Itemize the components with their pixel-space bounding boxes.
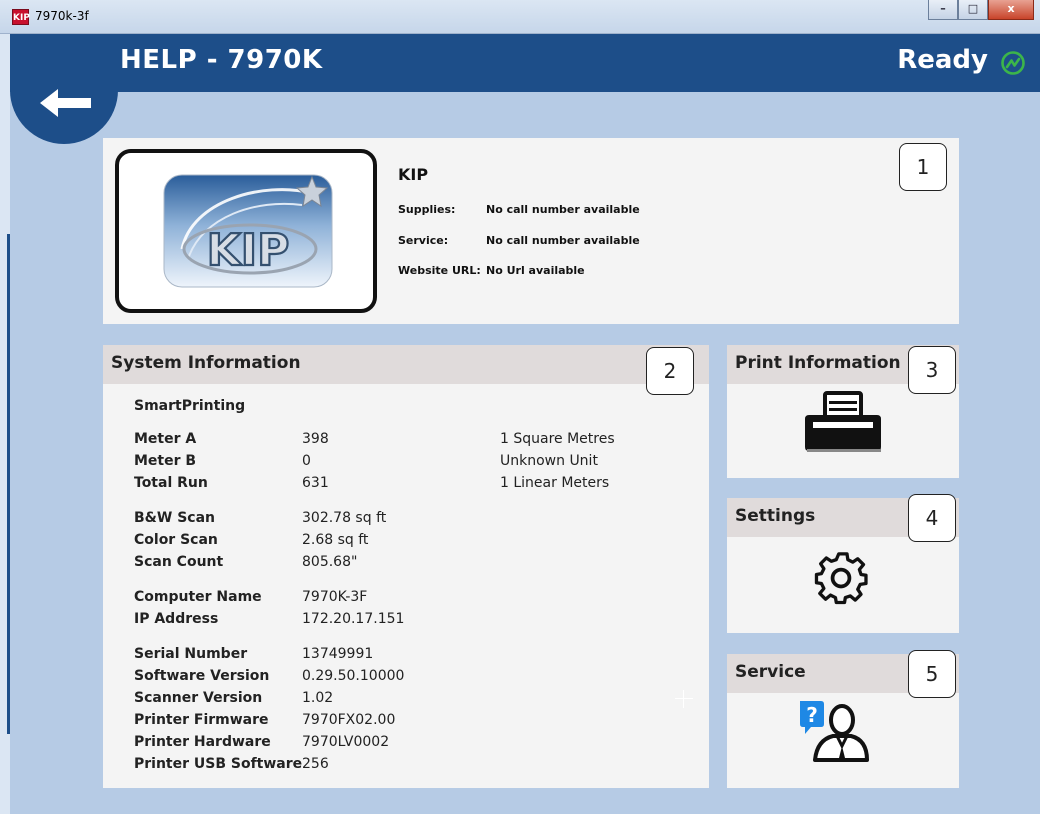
logo-frame: KIP	[115, 149, 377, 313]
meter-b-label: Meter B	[134, 453, 197, 469]
service-contact-label: Service:	[398, 234, 449, 247]
ip-address-label: IP Address	[134, 611, 219, 627]
maximize-button[interactable]: □	[958, 0, 988, 20]
service-panel[interactable]: Service 5 ?	[727, 650, 959, 788]
meter-b-value: 0	[302, 453, 311, 469]
color-scan-value: 2.68 sq ft	[302, 532, 369, 548]
header-bar: HELP - 7970K Ready	[10, 34, 1040, 92]
scan-count-value: 805.68"	[302, 554, 358, 570]
settings-panel[interactable]: Settings 4	[727, 494, 959, 633]
window-titlebar: KIP 7970k-3f – □ x	[0, 0, 1040, 34]
website-label: Website URL:	[398, 264, 481, 277]
print-information-title: Print Information	[735, 353, 901, 373]
meter-a-unit: 1 Square Metres	[500, 431, 615, 447]
ip-address-value: 172.20.17.151	[302, 611, 405, 627]
total-run-value: 631	[302, 475, 329, 491]
software-version-value: 0.29.50.10000	[302, 668, 405, 684]
supplies-label: Supplies:	[398, 203, 456, 216]
window-controls: – □ x	[928, 0, 1034, 20]
service-title: Service	[735, 662, 806, 682]
printer-usb-label: Printer USB Software	[134, 756, 303, 772]
page-title: HELP - 7970K	[120, 45, 323, 75]
window-title: 7970k-3f	[35, 9, 89, 23]
serial-number-value: 13749991	[302, 646, 374, 662]
back-arrow-icon	[40, 89, 91, 117]
system-info-panel: System Information 2 SmartPrinting Meter…	[103, 345, 709, 788]
meter-a-value: 398	[302, 431, 329, 447]
service-contact-value: No call number available	[486, 234, 640, 247]
meter-a-label: Meter A	[134, 431, 197, 447]
system-info-title: System Information	[111, 353, 301, 373]
bw-scan-label: B&W Scan	[134, 510, 215, 526]
mouse-cursor	[675, 690, 693, 708]
badge-5: 5	[908, 650, 956, 698]
color-scan-label: Color Scan	[134, 532, 218, 548]
badge-2: 2	[646, 347, 694, 395]
printer-icon	[805, 391, 881, 452]
status-label: Ready	[897, 45, 988, 75]
total-run-unit: 1 Linear Meters	[500, 475, 610, 491]
close-button[interactable]: x	[988, 0, 1034, 20]
supplies-value: No call number available	[486, 203, 640, 216]
system-info-header: System Information	[103, 345, 709, 384]
computer-name-value: 7970K-3F	[302, 589, 368, 605]
gear-icon	[814, 552, 868, 605]
scanner-version-label: Scanner Version	[134, 690, 263, 706]
product-name: SmartPrinting	[134, 398, 246, 414]
bw-scan-value: 302.78 sq ft	[302, 510, 387, 526]
brand-name: KIP	[398, 165, 429, 184]
website-value: No Url available	[486, 264, 585, 277]
support-person-icon: ?	[800, 701, 869, 762]
app-icon: KIP	[12, 9, 30, 25]
kip-logo: KIP	[163, 174, 333, 288]
settings-title: Settings	[735, 506, 816, 526]
svg-text:?: ?	[806, 703, 818, 727]
print-information-panel[interactable]: Print Information 3	[727, 345, 959, 478]
software-version-label: Software Version	[134, 668, 270, 684]
badge-3: 3	[908, 346, 956, 394]
minimize-button[interactable]: –	[928, 0, 958, 20]
printer-firmware-label: Printer Firmware	[134, 712, 269, 728]
meter-b-unit: Unknown Unit	[500, 453, 598, 469]
total-run-label: Total Run	[134, 475, 208, 491]
back-button[interactable]	[10, 34, 118, 144]
window-left-border	[0, 34, 10, 814]
svg-text:KIP: KIP	[207, 225, 290, 276]
ready-status-icon	[1001, 51, 1025, 75]
scan-count-label: Scan Count	[134, 554, 224, 570]
badge-4: 4	[908, 494, 956, 542]
computer-name-label: Computer Name	[134, 589, 262, 605]
serial-number-label: Serial Number	[134, 646, 248, 662]
badge-1: 1	[899, 143, 947, 191]
printer-firmware-value: 7970FX02.00	[302, 712, 396, 728]
printer-hardware-label: Printer Hardware	[134, 734, 271, 750]
printer-usb-value: 256	[302, 756, 329, 772]
app-content: HELP - 7970K Ready KIP KIP Supplies: No …	[10, 34, 1040, 814]
printer-hardware-value: 7970LV0002	[302, 734, 390, 750]
scanner-version-value: 1.02	[302, 690, 334, 706]
contact-panel: KIP KIP Supplies: No call number availab…	[103, 138, 959, 324]
